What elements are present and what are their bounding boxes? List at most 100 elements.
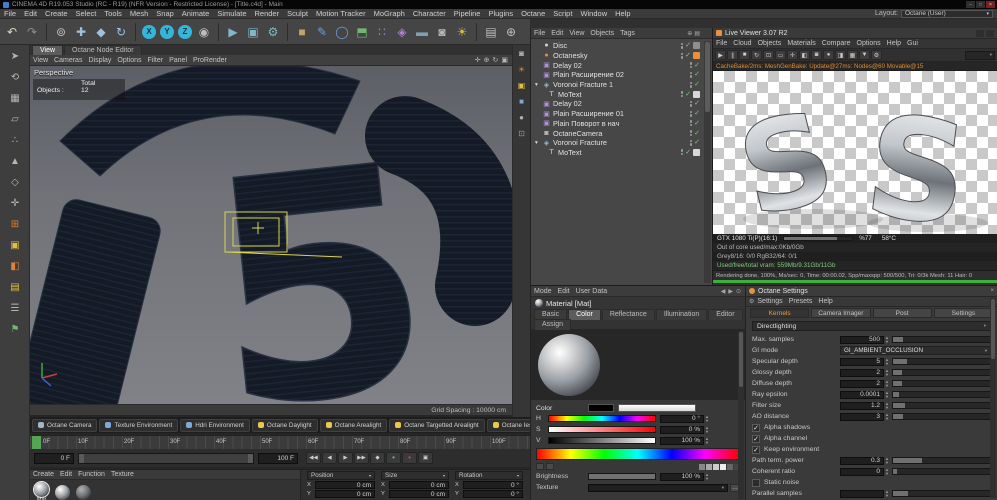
octane-daylight-button[interactable]: Octane Daylight	[252, 419, 318, 432]
goto-start-button[interactable]: ◀◀	[306, 452, 321, 464]
object-row[interactable]: ◙ OctaneCamera ✓	[531, 128, 712, 138]
lv-mode-dropdown[interactable]: ▾	[965, 51, 995, 60]
static-noise-checkbox[interactable]	[752, 479, 760, 487]
record-keyframe-button[interactable]: ◆	[370, 452, 385, 464]
vp-menu-cameras[interactable]: Cameras	[51, 57, 85, 64]
hdri-environment-button[interactable]: Hdri Environment	[180, 419, 250, 432]
texture-mode-icon[interactable]: ▦	[3, 89, 27, 108]
color-spectrum[interactable]	[536, 448, 740, 460]
object-row[interactable]: T MoText ✓	[531, 148, 712, 158]
texture-environment-button[interactable]: Texture Environment	[99, 419, 178, 432]
alpha-channel-checkbox[interactable]: ✓	[752, 435, 760, 443]
lv-menu-compare[interactable]: Compare	[819, 40, 854, 47]
play-button[interactable]: ▶	[338, 452, 353, 464]
tab-reflectance[interactable]: Reflectance	[602, 309, 655, 320]
position-y-field[interactable]: 0 cm	[315, 490, 375, 498]
rotation-dropdown[interactable]: Rotation▾	[455, 471, 523, 480]
alpha-mode-icon[interactable]: ◨	[835, 50, 846, 60]
menu-tools[interactable]: Tools	[100, 9, 126, 18]
visibility-dots[interactable]	[690, 120, 693, 126]
object-row[interactable]: ▾◈ Voronoi Fracture ✓	[531, 138, 712, 148]
sphere-tag-icon[interactable]: ●	[513, 109, 530, 125]
am-scrollbar[interactable]	[738, 331, 744, 499]
os-menu-help[interactable]: Help	[815, 298, 835, 305]
subtab-kernels[interactable]: Kernels	[750, 308, 809, 318]
enabled-check-icon[interactable]: ✓	[694, 120, 700, 127]
ray-epsilon-field[interactable]: 0.0001	[840, 391, 884, 399]
make-editable-icon[interactable]: ➤	[3, 47, 27, 66]
maximize-button[interactable]: □	[976, 1, 985, 8]
rotation-x-field[interactable]: 0 °	[463, 481, 523, 489]
layer-orange-icon[interactable]: ◧	[3, 257, 27, 276]
layer-yellow-icon[interactable]: ▤	[3, 278, 27, 297]
position-dropdown[interactable]: Position▾	[307, 471, 375, 480]
enabled-check-icon[interactable]: ✓	[694, 139, 700, 146]
x-axis-icon[interactable]: X	[142, 25, 156, 39]
path-term-power-field[interactable]: 0.3	[840, 457, 884, 465]
coherent-ratio-slider[interactable]	[892, 468, 991, 475]
expand-arrow-icon[interactable]: ▾	[535, 140, 542, 146]
preview-range-slider[interactable]	[78, 453, 254, 464]
enabled-check-icon[interactable]: ✓	[685, 42, 691, 49]
octane-camera-button[interactable]: Octane Camera	[32, 419, 97, 432]
camera-mode-icon[interactable]: ◙	[811, 50, 822, 60]
om-search-icon[interactable]: ⊕	[687, 30, 692, 37]
toggle-view-icon[interactable]: ▣	[501, 56, 508, 64]
menu-snap[interactable]: Snap	[152, 9, 178, 18]
diffuse-depth-slider[interactable]	[892, 380, 991, 387]
menu-animate[interactable]: Animate	[178, 9, 214, 18]
record-button[interactable]: ●	[402, 452, 417, 464]
mat-menu-texture[interactable]: Texture	[108, 471, 137, 478]
visibility-dots[interactable]	[681, 91, 684, 97]
pen-spline-icon[interactable]: ✎	[312, 21, 332, 43]
lv-menu-cloud[interactable]: Cloud	[730, 40, 754, 47]
parallel-samples-slider[interactable]	[892, 490, 991, 497]
swatch-icon[interactable]	[720, 464, 726, 470]
rotation-y-field[interactable]: 0 °	[463, 490, 523, 498]
glossy-depth-field[interactable]: 2	[840, 369, 884, 377]
sun-tag-icon[interactable]: ☀	[513, 61, 530, 77]
lv-menu-help[interactable]: Help	[884, 40, 904, 47]
redo-icon[interactable]: ↷	[22, 21, 42, 43]
lv-menu-file[interactable]: File	[713, 40, 730, 47]
enabled-check-icon[interactable]: ✓	[694, 100, 700, 107]
visibility-dots[interactable]	[681, 53, 684, 59]
undo-icon[interactable]: ↶	[2, 21, 22, 43]
enabled-check-icon[interactable]: ✓	[685, 91, 691, 98]
rotate-icon[interactable]: ↻	[111, 21, 131, 43]
tab-color[interactable]: Color	[568, 309, 601, 320]
keep-environment-checkbox[interactable]: ✓	[752, 446, 760, 454]
lv-close-icon[interactable]	[986, 30, 994, 37]
tab-editor[interactable]: Editor	[708, 309, 742, 320]
specular-depth-slider[interactable]	[892, 358, 991, 365]
lock-workplane-icon[interactable]: ☰	[3, 299, 27, 318]
rotate-view-icon[interactable]: ↻	[493, 56, 499, 64]
points-mode-icon[interactable]: ∴	[3, 131, 27, 150]
glossy-depth-slider[interactable]	[892, 369, 991, 376]
current-frame-marker[interactable]	[32, 436, 41, 450]
clay-mode-icon[interactable]: ●	[823, 50, 834, 60]
y-axis-icon[interactable]: Y	[160, 25, 174, 39]
parallel-samples-field[interactable]	[840, 490, 884, 498]
menu-mesh[interactable]: Mesh	[126, 9, 152, 18]
visibility-dots[interactable]	[690, 111, 693, 117]
object-row[interactable]: ▣ Plain Расширение 01 ✓	[531, 109, 712, 119]
menu-octane[interactable]: Octane	[517, 9, 549, 18]
menu-plugins[interactable]: Plugins	[484, 9, 517, 18]
octane-targetted-arealight-button[interactable]: Octane Targetted Arealight	[389, 419, 484, 432]
kernel-dropdown[interactable]: Directlighting ▾	[752, 321, 991, 331]
om-menu-objects[interactable]: Objects	[587, 30, 617, 37]
tab-octane-node-editor[interactable]: Octane Node Editor	[64, 45, 141, 56]
lock-resolution-icon[interactable]: ⊡	[763, 50, 774, 60]
live-selection-icon[interactable]: ⊚	[51, 21, 71, 43]
am-menu-userdata[interactable]: User Data	[573, 288, 611, 295]
subtab-settings[interactable]: Settings	[934, 308, 993, 318]
lv-menu-materials[interactable]: Materials	[784, 40, 818, 47]
viewer-settings-icon[interactable]: ⚙	[871, 50, 882, 60]
lv-minimize-icon[interactable]	[976, 30, 984, 37]
menu-window[interactable]: Window	[576, 9, 611, 18]
am-forward-icon[interactable]: ▶	[728, 288, 733, 295]
vp-menu-panel[interactable]: Panel	[166, 57, 190, 64]
add-mograph-icon[interactable]: ∷	[372, 21, 392, 43]
mat-menu-function[interactable]: Function	[75, 471, 108, 478]
